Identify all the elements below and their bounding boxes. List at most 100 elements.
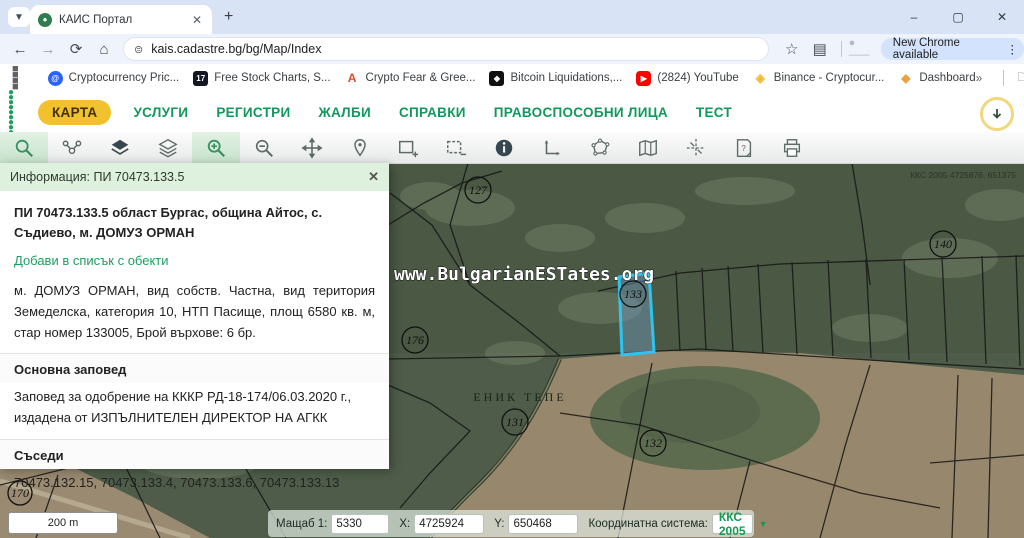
bookmark-item[interactable]: ◈ Binance - Cryptocur...	[753, 71, 885, 86]
scale-input[interactable]	[331, 514, 389, 534]
x-coordinate-input[interactable]	[414, 514, 484, 534]
bookmark-item[interactable]: ◆ Bitcoin Liquidations,...	[489, 71, 622, 86]
nav-spravki[interactable]: СПРАВКИ	[399, 105, 466, 120]
add-to-list-link[interactable]: Добави в списък с обекти	[14, 253, 375, 268]
nav-test[interactable]: ТЕСТ	[696, 105, 732, 120]
neighbors-header: Съседи	[0, 439, 389, 469]
parcel-label-127: 127	[469, 183, 488, 197]
site-favicon-icon: ●	[38, 13, 52, 27]
liquidations-favicon-icon: ◆	[489, 71, 504, 86]
bookmark-star-icon[interactable]: ☆	[778, 40, 806, 58]
info-panel-header: Информация: ПИ 70473.133.5 ✕	[0, 163, 389, 191]
tab-close-icon[interactable]: ✕	[190, 13, 204, 27]
browser-toolbar: ← → ⟳ ⌂ ⊜ kais.cadastre.bg/bg/Map/Index …	[0, 34, 1024, 64]
parcel-label-132: 132	[644, 436, 662, 450]
crs-chevron-down-icon[interactable]: ▼	[759, 519, 768, 529]
base-layers-button[interactable]	[96, 132, 144, 163]
site-settings-icon[interactable]: ⊜	[134, 43, 143, 56]
parcel-title: ПИ 70473.133.5 област Бургас, община Айт…	[14, 203, 375, 243]
nav-uslugi[interactable]: УСЛУГИ	[133, 105, 188, 120]
side-panel-icon[interactable]: ▤	[806, 40, 834, 58]
map-sheets-tool-button[interactable]	[624, 132, 672, 163]
zoom-in-icon	[205, 137, 227, 159]
bookmark-item[interactable]: @ Cryptocurrency Pric...	[48, 71, 180, 86]
parcel-description: м. ДОМУЗ ОРМАН, вид собств. Частна, вид …	[14, 280, 375, 343]
rectangle-add-icon	[397, 137, 419, 159]
folder-icon: 🗀	[1017, 68, 1024, 89]
pan-tool-button[interactable]	[288, 132, 336, 163]
x-label: X:	[399, 518, 410, 530]
y-coordinate-input[interactable]	[508, 514, 578, 534]
highlighted-parcel-133[interactable]	[619, 273, 654, 355]
document-help-icon: ?	[733, 137, 755, 159]
search-tool-button[interactable]	[0, 132, 48, 163]
all-bookmarks-button[interactable]: 🗀 All Bookmarks	[1017, 68, 1024, 89]
route-nodes-icon	[61, 137, 83, 159]
bookmarks-overflow-icon[interactable]: »	[976, 71, 983, 85]
neighbors-list: 70473.132.15, 70473.133.4, 70473.133.6, …	[14, 473, 375, 494]
binance-favicon-icon: ◈	[753, 71, 768, 86]
panel-close-icon[interactable]: ✕	[368, 169, 379, 185]
crs-select[interactable]: ККС 2005	[712, 514, 753, 534]
main-order-header: Основна заповед	[0, 353, 389, 383]
window-close-icon[interactable]: ✕	[980, 10, 1024, 24]
window-minimize-icon[interactable]: –	[892, 10, 936, 24]
info-icon	[493, 137, 515, 159]
snap-tool-button[interactable]	[672, 132, 720, 163]
download-arrow-icon	[990, 107, 1004, 121]
map-corner-coordinates: ККС 2005 4725876, 651375	[910, 170, 1016, 180]
help-document-tool-button[interactable]: ?	[720, 132, 768, 163]
printer-icon	[781, 137, 803, 159]
nav-pravosposobni-litsa[interactable]: ПРАВОСПОСОБНИ ЛИЦА	[494, 105, 668, 120]
update-chrome-button[interactable]: New Chrome available ⋮	[881, 38, 1024, 60]
info-tool-button[interactable]	[480, 132, 528, 163]
menu-dots-icon[interactable]: ⋮	[1007, 42, 1019, 56]
address-bar[interactable]: ⊜ kais.cadastre.bg/bg/Map/Index	[124, 38, 768, 60]
url-text: kais.cadastre.bg/bg/Map/Index	[151, 42, 321, 56]
main-order-text: Заповед за одобрение на КККР РД-18-174/0…	[14, 387, 375, 429]
crs-label: Координатна система:	[588, 518, 707, 530]
nav-registri[interactable]: РЕГИСТРИ	[216, 105, 290, 120]
y-label: Y:	[494, 518, 504, 530]
extension-icon[interactable]: ●——	[849, 37, 873, 61]
portal-grid-icon[interactable]: ● ● ●● ● ●● ● ●	[8, 90, 26, 135]
layers-filled-icon	[109, 137, 131, 159]
bookmark-item[interactable]: ◆ Dashboard	[898, 71, 975, 86]
browser-window: 127 140 133 176 131 132 170 ЕНИК ТЕПЕ КК…	[0, 0, 1024, 538]
select-add-tool-button[interactable]	[384, 132, 432, 163]
svg-text:?: ?	[741, 143, 746, 152]
nav-zhalbi[interactable]: ЖАЛБИ	[318, 105, 371, 120]
bookmark-item[interactable]: A Crypto Fear & Gree...	[345, 71, 476, 86]
measure-distance-tool-button[interactable]	[528, 132, 576, 163]
bookmarks-right-divider	[1003, 70, 1004, 86]
bookmark-item[interactable]: 17 Free Stock Charts, S...	[193, 71, 330, 86]
info-panel-title: Информация: ПИ 70473.133.5	[10, 170, 368, 184]
zoom-out-icon	[253, 137, 275, 159]
folded-map-icon	[637, 137, 659, 159]
cryptocurrency-favicon-icon: @	[48, 71, 63, 86]
window-maximize-icon[interactable]: ▢	[936, 10, 980, 24]
forward-icon[interactable]: →	[34, 41, 62, 58]
select-remove-tool-button[interactable]	[432, 132, 480, 163]
zoom-out-tool-button[interactable]	[240, 132, 288, 163]
dashboard-favicon-icon: ◆	[898, 71, 913, 86]
new-tab-icon[interactable]: +	[224, 8, 233, 26]
back-icon[interactable]: ←	[6, 41, 34, 58]
layer-list-button[interactable]	[144, 132, 192, 163]
browser-tab[interactable]: ● КАИС Портал ✕	[30, 5, 212, 34]
print-tool-button[interactable]	[768, 132, 816, 163]
measure-area-tool-button[interactable]	[576, 132, 624, 163]
reload-icon[interactable]: ⟳	[62, 40, 90, 58]
tab-search-chevron-icon[interactable]: ▼	[8, 7, 30, 27]
locate-tool-button[interactable]	[336, 132, 384, 163]
nav-karta[interactable]: КАРТА	[38, 100, 111, 125]
search-icon	[13, 137, 35, 159]
route-tool-button[interactable]	[48, 132, 96, 163]
home-icon[interactable]: ⌂	[90, 41, 118, 58]
pan-arrows-icon	[301, 137, 323, 159]
toolbar-divider	[841, 41, 842, 57]
location-pin-icon	[349, 137, 371, 159]
download-button[interactable]	[980, 97, 1014, 131]
zoom-in-tool-button[interactable]	[192, 132, 240, 163]
bookmark-item[interactable]: ▶ (2824) YouTube	[636, 71, 738, 86]
